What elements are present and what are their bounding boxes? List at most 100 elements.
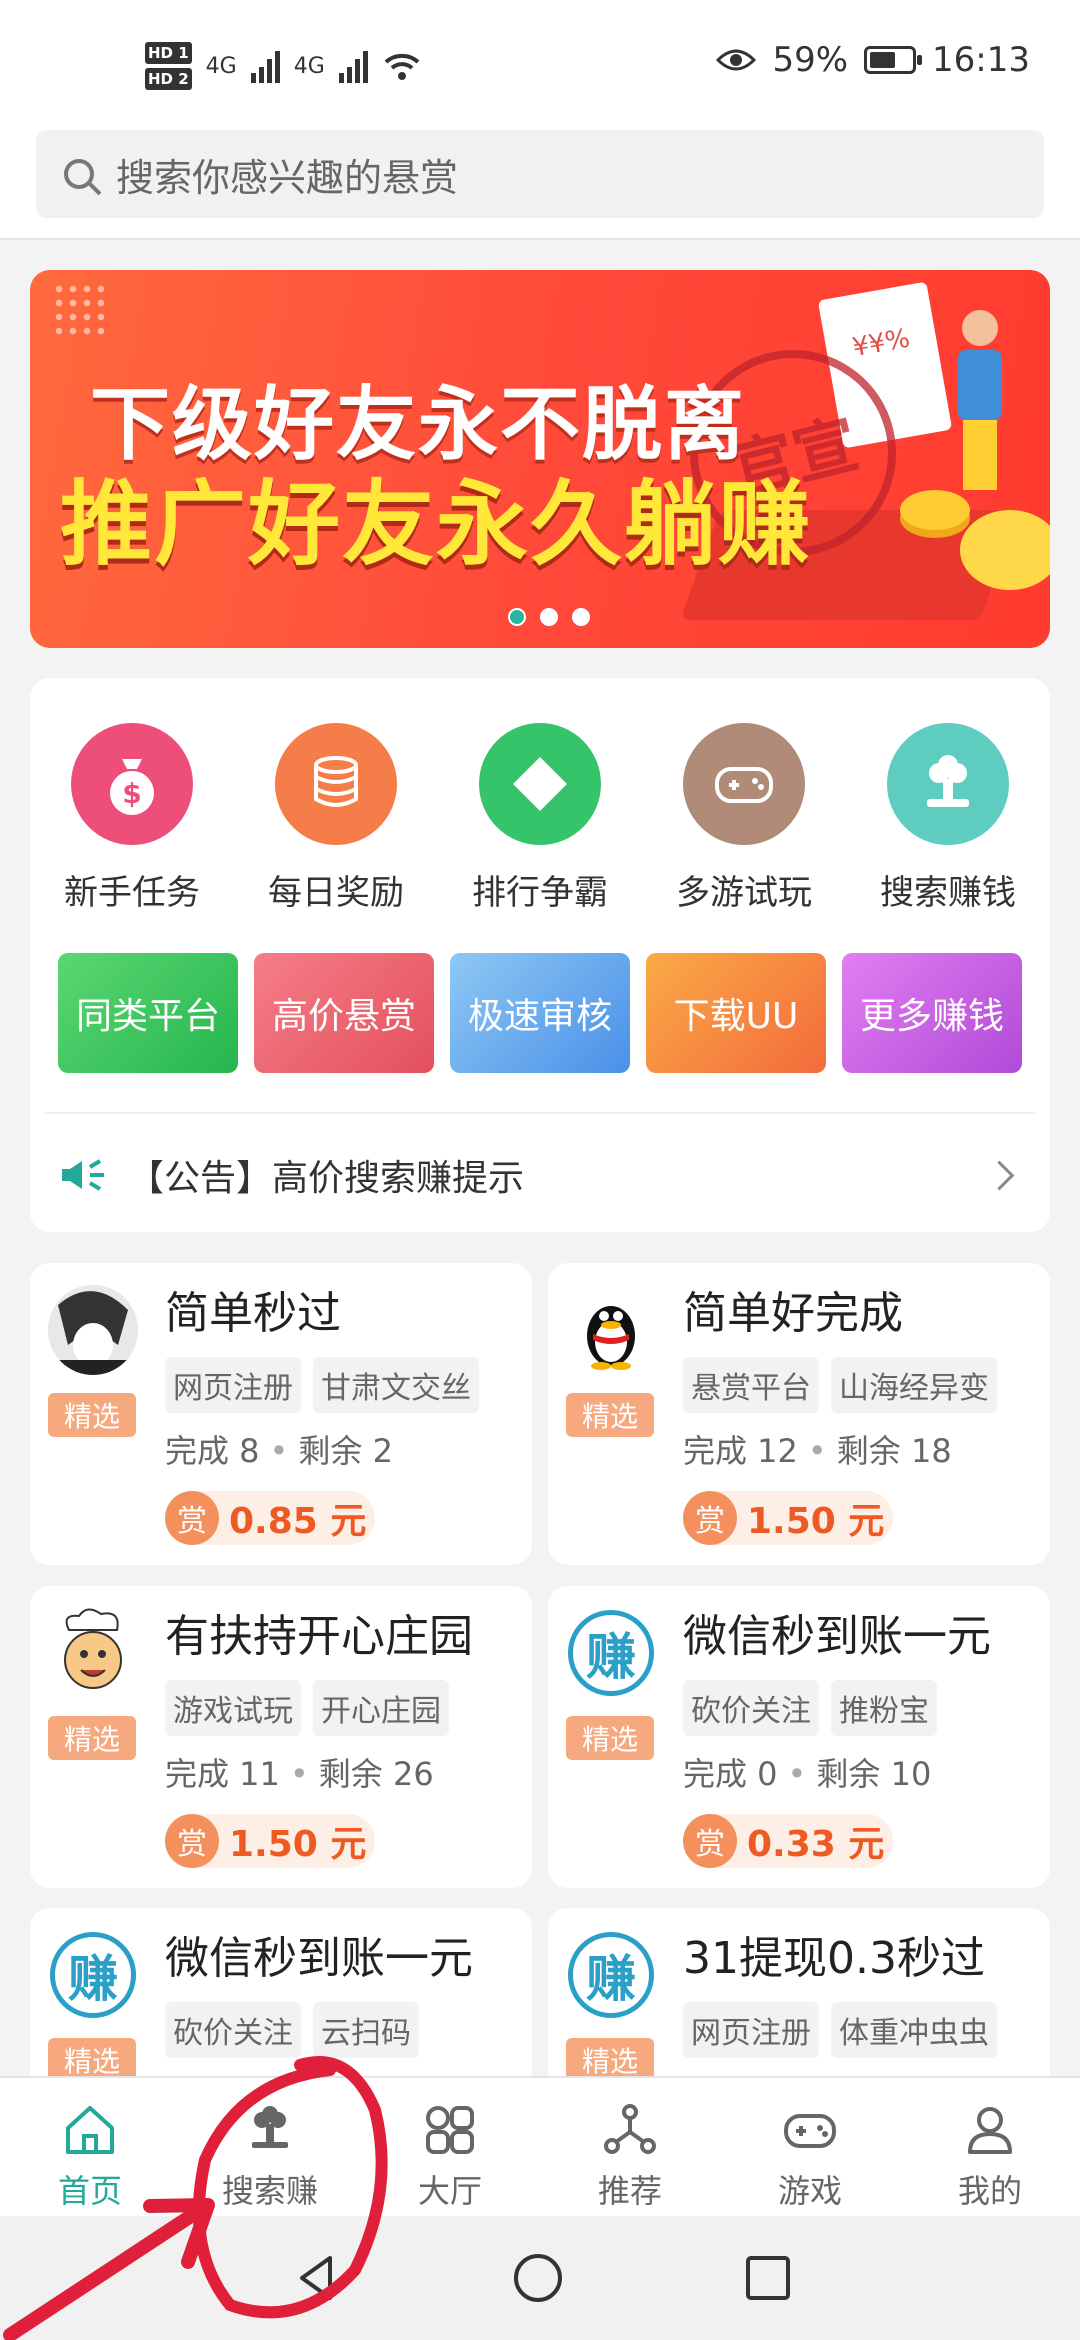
task-title: 简单好完成 [683,1288,903,1339]
coins-icon [275,723,397,845]
gamepad-icon [683,723,805,845]
network-indicators: HD 1 HD 2 4G 4G [145,34,422,98]
task-card[interactable]: 精选 简单秒过 网页注册 甘肃文交丝 完成 8 • 剩余 2 赏 0.85 元 [30,1263,532,1565]
home-icon [66,2106,114,2154]
task-tag: 推粉宝 [831,1680,937,1736]
nav-label: 推荐 [597,2172,662,2210]
search-bar-container: 搜索你感兴趣的悬赏 [0,130,1080,240]
nav-search-earn[interactable]: 搜索赚 [180,2078,360,2218]
featured-badge: 精选 [566,1393,654,1437]
penguin-avatar [566,1285,656,1375]
task-tag: 体重冲虫虫 [831,2002,997,2058]
battery-icon [864,46,923,74]
featured-badge: 精选 [48,1716,136,1760]
task-tag: 砍价关注 [683,1680,819,1736]
feature-icon-row: $ 新手任务 每日奖励 排行争霸 多游试玩 搜索赚钱 [30,723,1050,914]
menu-item-ranking[interactable]: 排行争霸 [438,723,642,914]
bottom-nav: 首页 搜索赚 大厅 推荐 游戏 我的 [0,2076,1080,2218]
task-done: 完成 11 [165,1755,280,1793]
menu-label: 多游试玩 [676,873,812,913]
banner-dot-pattern [52,282,110,340]
menu-item-daily-reward[interactable]: 每日奖励 [234,723,438,914]
money-bag-icon: $ [71,723,193,845]
nav-mine[interactable]: 我的 [900,2078,1080,2218]
menu-label: 每日奖励 [268,873,404,913]
announcement-row[interactable]: 【公告】高价搜索赚提示 [58,1130,1022,1220]
fast-review-button[interactable]: 极速审核 [450,953,630,1073]
more-earning-button[interactable]: 更多赚钱 [842,953,1022,1073]
task-tag: 甘肃文交丝 [313,1357,479,1413]
eye-icon [716,49,757,71]
svg-text:$: $ [122,777,141,810]
task-reward: 赏 1.50 元 [683,1491,893,1545]
status-bar: HD 1 HD 2 4G 4G 59% 16:13 [0,0,1080,130]
reward-amount: 0.85 元 [229,1501,367,1542]
reward-icon: 赏 [683,1491,737,1545]
task-tags: 网页注册 甘肃文交丝 [165,1357,525,1413]
task-tag: 云扫码 [313,2002,419,2058]
task-tags: 悬赏平台 山海经异变 [683,1357,1043,1413]
chevron-right-icon [984,1160,1015,1190]
task-tag: 网页注册 [165,1357,301,1413]
task-done: 完成 12 [683,1432,798,1470]
task-done: 完成 8 [165,1432,260,1470]
task-card[interactable]: 赚 精选 微信秒到账一元 砍价关注 推粉宝 完成 0 • 剩余 10 赏 0.33 元 [548,1586,1050,1888]
banner-page-dot[interactable] [540,608,558,626]
task-remaining: 剩余 26 [318,1755,434,1793]
high-reward-button[interactable]: 高价悬赏 [254,953,434,1073]
back-icon[interactable] [296,2254,336,2302]
task-card[interactable]: 精选 有扶持开心庄园 游戏试玩 开心庄园 完成 11 • 剩余 26 赏 1.50 元 [30,1586,532,1888]
user-icon [968,2107,1012,2154]
recents-icon[interactable] [744,2254,792,2302]
diamond-icon [479,723,601,845]
menu-item-search-earn[interactable]: 搜索赚钱 [846,723,1050,914]
task-stats: 完成 0 • 剩余 10 [683,1755,932,1793]
task-tag: 山海经异变 [831,1357,997,1413]
home-circle-icon[interactable] [512,2252,564,2304]
nav-games[interactable]: 游戏 [720,2078,900,2218]
megaphone-icon [62,1159,104,1191]
nav-label: 游戏 [777,2172,842,2210]
task-card[interactable]: 精选 简单好完成 悬赏平台 山海经异变 完成 12 • 剩余 18 赏 1.50 元 [548,1263,1050,1565]
menu-label: 新手任务 [64,873,200,913]
zuan-glyph: 赚 [568,1932,654,2018]
menu-card: $ 新手任务 每日奖励 排行争霸 多游试玩 搜索赚钱 同类平台 高价悬赏 极速审… [30,678,1050,1232]
task-reward: 赏 1.50 元 [165,1814,375,1868]
reward-icon: 赏 [165,1491,219,1545]
reward-amount: 1.50 元 [747,1501,885,1542]
task-reward: 赏 0.33 元 [683,1814,893,1868]
task-tag: 砍价关注 [165,2002,301,2058]
search-input[interactable]: 搜索你感兴趣的悬赏 [36,130,1044,218]
zuan-avatar: 赚 [566,1930,656,2020]
task-tag: 悬赏平台 [683,1357,819,1413]
reward-icon: 赏 [165,1814,219,1868]
promo-banner[interactable]: ¥¥% 官宣 下级好友永不脱离 推广好友永久躺赚 [30,270,1050,648]
banner-page-dot[interactable] [572,608,590,626]
nav-home[interactable]: 首页 [0,2078,180,2218]
task-stats: 完成 12 • 剩余 18 [683,1432,952,1470]
net2-label: 4G [293,53,325,79]
menu-item-game-trial[interactable]: 多游试玩 [642,723,846,914]
banner-page-dot[interactable] [508,608,526,626]
task-remaining: 剩余 10 [816,1755,932,1793]
similar-platforms-button[interactable]: 同类平台 [58,953,238,1073]
wifi-icon [384,53,420,80]
task-title: 31提现0.3秒过 [683,1933,985,1984]
banner-pagination [508,608,590,626]
download-uu-button[interactable]: 下载UU [646,953,826,1073]
task-stats: 完成 8 • 剩余 2 [165,1432,393,1470]
hd1-label: HD 1 [145,42,192,64]
banner-headline-2: 推广好友永久躺赚 [60,471,813,578]
nav-recommend[interactable]: 推荐 [540,2078,720,2218]
clock: 16:13 [932,40,1030,80]
system-nav-bar [0,2216,1080,2340]
reward-icon: 赏 [683,1814,737,1868]
task-tag: 游戏试玩 [165,1680,301,1736]
signal-icon [250,49,280,83]
task-tag: 网页注册 [683,2002,819,2058]
nav-hall[interactable]: 大厅 [360,2078,540,2218]
menu-item-newbie-tasks[interactable]: $ 新手任务 [30,723,234,914]
hd2-label: HD 2 [145,68,192,90]
announcement-text: 【公告】高价搜索赚提示 [128,1158,525,1199]
quick-button-row: 同类平台 高价悬赏 极速审核 下载UU 更多赚钱 [58,953,1022,1073]
